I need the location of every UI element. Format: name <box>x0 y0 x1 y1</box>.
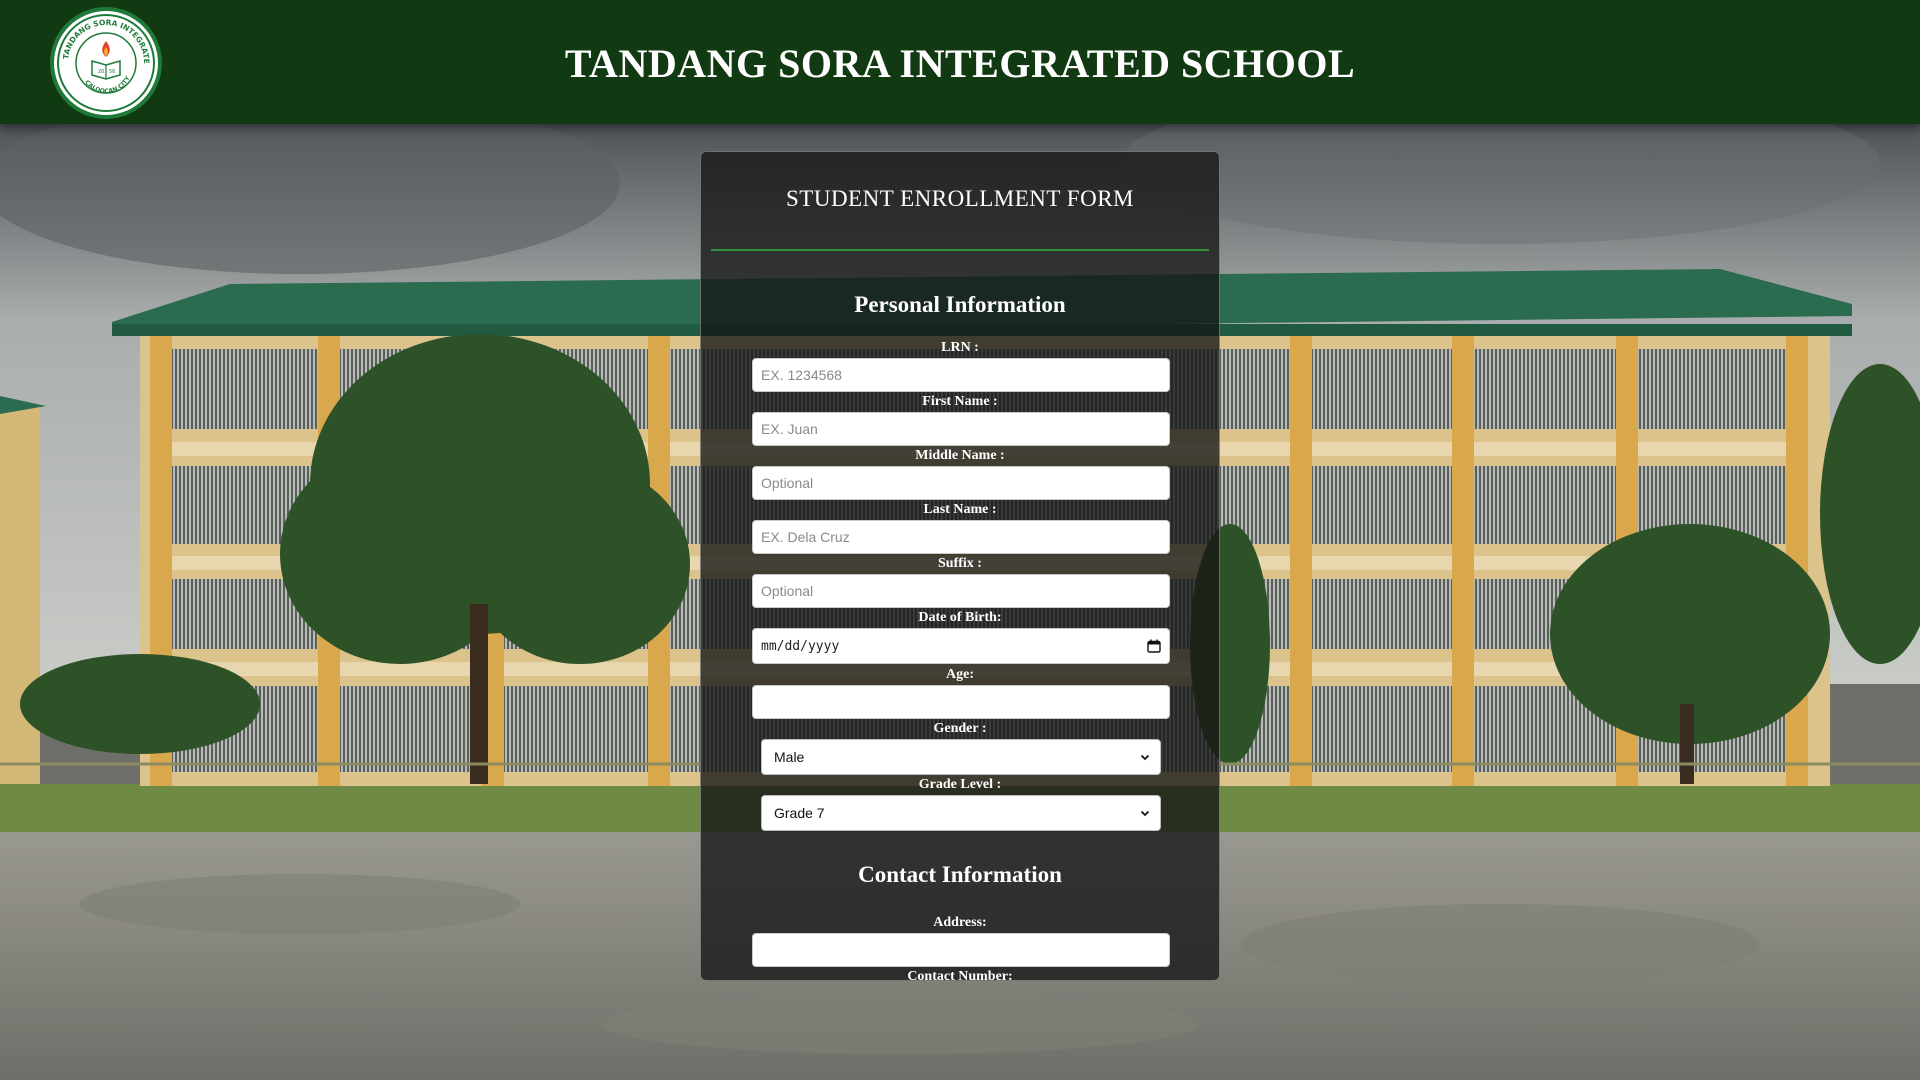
grade-level-label: Grade Level : <box>918 777 1002 792</box>
title-divider <box>711 249 1209 251</box>
school-name-title: TANDANG SORA INTEGRATED SCHOOL <box>564 41 1356 86</box>
site-header: TANDANG SORA INTEGRATED SCHOOL CALOOCAN … <box>0 0 1920 124</box>
address-label: Address: <box>933 915 987 930</box>
gender-label: Gender : <box>933 721 987 736</box>
personal-info-heading: Personal Information <box>854 292 1066 317</box>
chevron-down-icon <box>1140 810 1150 817</box>
suffix-input[interactable] <box>752 574 1170 608</box>
lrn-label: LRN : <box>941 340 979 355</box>
enrollment-form: STUDENT ENROLLMENT FORM Personal Informa… <box>700 151 1220 981</box>
address-input[interactable] <box>752 933 1170 967</box>
dob-placeholder: mm/dd/yyyy <box>761 638 840 654</box>
age-input[interactable] <box>752 685 1170 719</box>
chevron-down-icon <box>1140 754 1150 761</box>
first-name-input[interactable] <box>752 412 1170 446</box>
dob-label: Date of Birth: <box>918 610 1002 625</box>
contact-number-label: Contact Number: <box>907 969 1013 981</box>
lrn-input[interactable] <box>752 358 1170 392</box>
grade-level-select[interactable]: Grade 7 <box>761 795 1161 831</box>
form-title: STUDENT ENROLLMENT FORM <box>786 186 1134 211</box>
grade-level-selected-value: Grade 7 <box>774 805 825 821</box>
gender-selected-value: Male <box>774 749 805 765</box>
contact-info-heading: Contact Information <box>858 862 1062 887</box>
age-label: Age: <box>946 667 974 682</box>
first-name-label: First Name : <box>922 394 998 409</box>
calendar-icon[interactable] <box>1147 639 1161 653</box>
last-name-label: Last Name : <box>923 502 997 517</box>
last-name-input[interactable] <box>752 520 1170 554</box>
suffix-label: Suffix : <box>938 556 982 571</box>
gender-select[interactable]: Male <box>761 739 1161 775</box>
middle-name-input[interactable] <box>752 466 1170 500</box>
dob-input[interactable]: mm/dd/yyyy <box>752 628 1170 664</box>
middle-name-label: Middle Name : <box>915 448 1005 463</box>
